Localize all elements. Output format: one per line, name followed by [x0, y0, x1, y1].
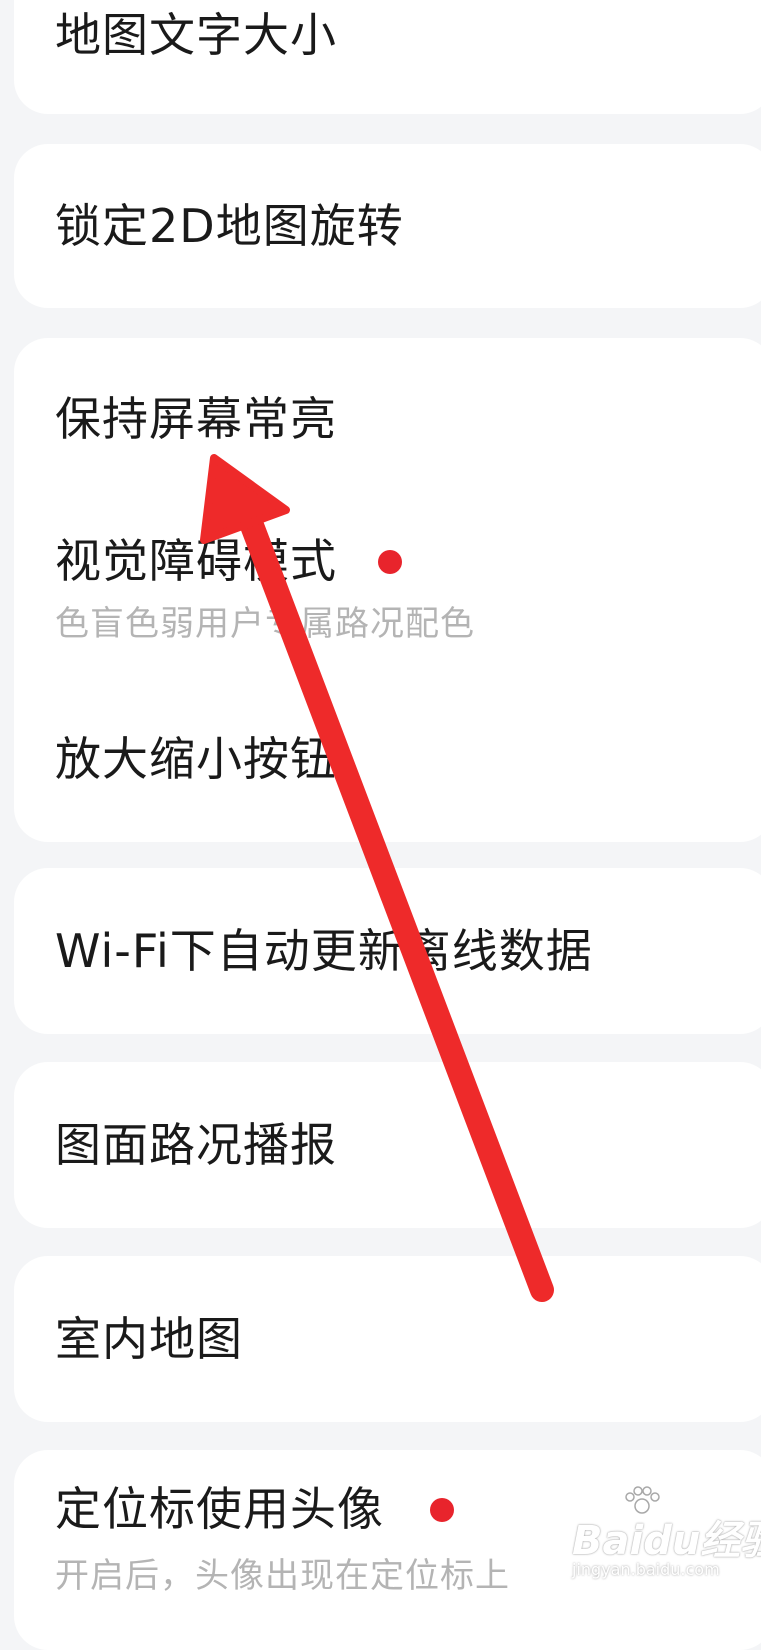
- watermark-url: jingyan.baidu.com: [572, 1560, 720, 1579]
- setting-label: 保持屏幕常亮: [55, 392, 337, 446]
- new-badge-dot: [430, 1498, 454, 1522]
- setting-item-map-text-size[interactable]: 地图文字大小: [14, 0, 761, 114]
- setting-label: 放大缩小按钮: [55, 732, 337, 786]
- setting-item-visual-impairment-mode[interactable]: 视觉障碍模式 色盲色弱用户专属路况配色: [14, 486, 761, 666]
- settings-card-map-text-size: 地图文字大小: [14, 0, 761, 114]
- setting-label: 定位标使用头像: [55, 1482, 384, 1536]
- setting-sublabel: 色盲色弱用户专属路况配色: [55, 604, 475, 644]
- settings-card-indoor-map: 室内地图: [14, 1256, 761, 1422]
- setting-label: 室内地图: [55, 1312, 243, 1366]
- setting-label: 锁定2D地图旋转: [55, 199, 404, 253]
- setting-item-indoor-map[interactable]: 室内地图: [14, 1256, 761, 1422]
- setting-label: 图面路况播报: [55, 1118, 337, 1172]
- settings-card-lock-2d-rotation: 锁定2D地图旋转: [14, 144, 761, 308]
- new-badge-dot: [378, 550, 402, 574]
- setting-label: 地图文字大小: [55, 8, 337, 62]
- setting-item-lock-2d-rotation[interactable]: 锁定2D地图旋转: [14, 144, 761, 308]
- watermark-brand: Baidu经验: [572, 1518, 761, 1564]
- setting-label: Wi-Fi下自动更新离线数据: [55, 924, 593, 978]
- settings-card-display-group: 保持屏幕常亮 视觉障碍模式 色盲色弱用户专属路况配色 放大缩小按钮: [14, 338, 761, 842]
- setting-item-zoom-buttons[interactable]: 放大缩小按钮: [14, 666, 761, 842]
- setting-sublabel: 开启后，头像出现在定位标上: [55, 1556, 510, 1596]
- settings-card-wifi-offline-update: Wi-Fi下自动更新离线数据: [14, 868, 761, 1034]
- setting-item-traffic-broadcast[interactable]: 图面路况播报: [14, 1062, 761, 1228]
- setting-item-wifi-offline-update[interactable]: Wi-Fi下自动更新离线数据: [14, 868, 761, 1034]
- settings-card-traffic-broadcast: 图面路况播报: [14, 1062, 761, 1228]
- baidu-jingyan-watermark: Baidu经验 jingyan.baidu.com: [568, 1486, 761, 1594]
- setting-label: 视觉障碍模式: [55, 534, 337, 588]
- setting-item-keep-screen-on[interactable]: 保持屏幕常亮: [14, 338, 761, 486]
